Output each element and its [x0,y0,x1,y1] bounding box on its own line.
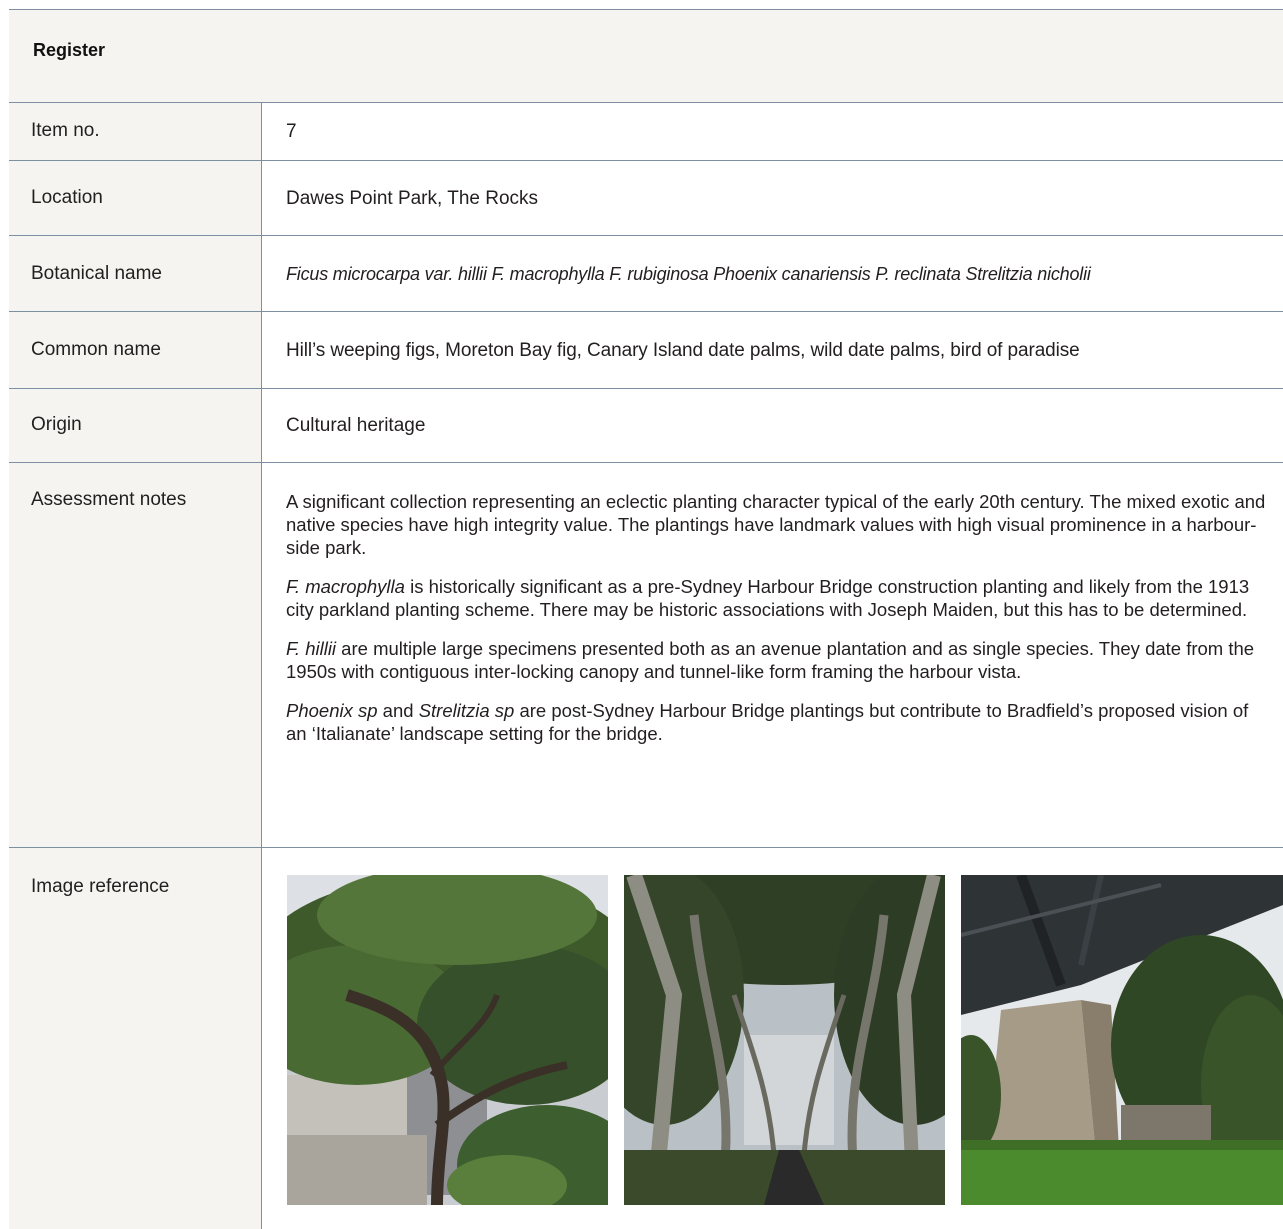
notes-paragraph-3: F. hillii are multiple large specimens p… [286,637,1273,683]
label-cell: Item no. [9,103,262,160]
photo-weeping-fig [287,875,608,1205]
notes-paragraph-1: A significant collection representing an… [286,491,1266,558]
notes-paragraph-4: Phoenix sp and Strelitzia sp are post-Sy… [286,699,1273,745]
register-sheet: Register Item no. 7 Location Dawes Point… [0,0,1283,1229]
common-name-value: Hill’s weeping figs, Moreton Bay fig, Ca… [286,340,1080,361]
origin-value: Cultural heritage [286,415,426,436]
species-term: F. hillii [286,638,337,659]
notes-text: are multiple large specimens presented b… [286,638,1255,682]
item-no-label: Item no. [31,120,100,141]
row-common-name: Common name Hill’s weeping figs, Moreton… [9,312,1283,389]
label-cell: Origin [9,389,262,462]
photo-bridge-pylon [961,875,1283,1205]
location-label: Location [31,187,103,208]
item-no-value: 7 [286,121,297,142]
notes-text: and [377,700,419,721]
origin-label: Origin [31,414,82,435]
label-cell: Location [9,161,262,235]
row-item-no: Item no. 7 [9,103,1283,161]
notes-paragraph-2: F. macrophylla is historically significa… [286,575,1273,621]
register-title: Register [33,40,106,60]
row-location: Location Dawes Point Park, The Rocks [9,161,1283,236]
label-cell: Botanical name [9,236,262,311]
row-assessment-notes: Assessment notes A significant collectio… [9,463,1283,848]
image-reference-label: Image reference [31,876,170,897]
label-cell: Common name [9,312,262,388]
label-cell: Assessment notes [9,463,262,847]
location-value: Dawes Point Park, The Rocks [286,188,539,209]
assessment-notes-label: Assessment notes [31,489,187,510]
row-botanical-name: Botanical name Ficus microcarpa var. hil… [9,236,1283,312]
species-term: F. macrophylla [286,576,405,597]
register-header: Register [9,10,1283,103]
botanical-name-label: Botanical name [31,263,162,284]
row-origin: Origin Cultural heritage [9,389,1283,463]
label-cell: Image reference [9,848,262,1229]
photo-fig-avenue [624,875,945,1205]
species-term: Strelitzia sp [418,700,515,721]
species-term: Phoenix sp [286,700,378,721]
assessment-notes-body: A significant collection representing an… [286,490,1273,761]
common-name-label: Common name [31,339,161,360]
notes-text: is historically significant as a pre-Syd… [286,576,1250,620]
botanical-name-value: Ficus microcarpa var. hillii F. macrophy… [286,264,1091,284]
